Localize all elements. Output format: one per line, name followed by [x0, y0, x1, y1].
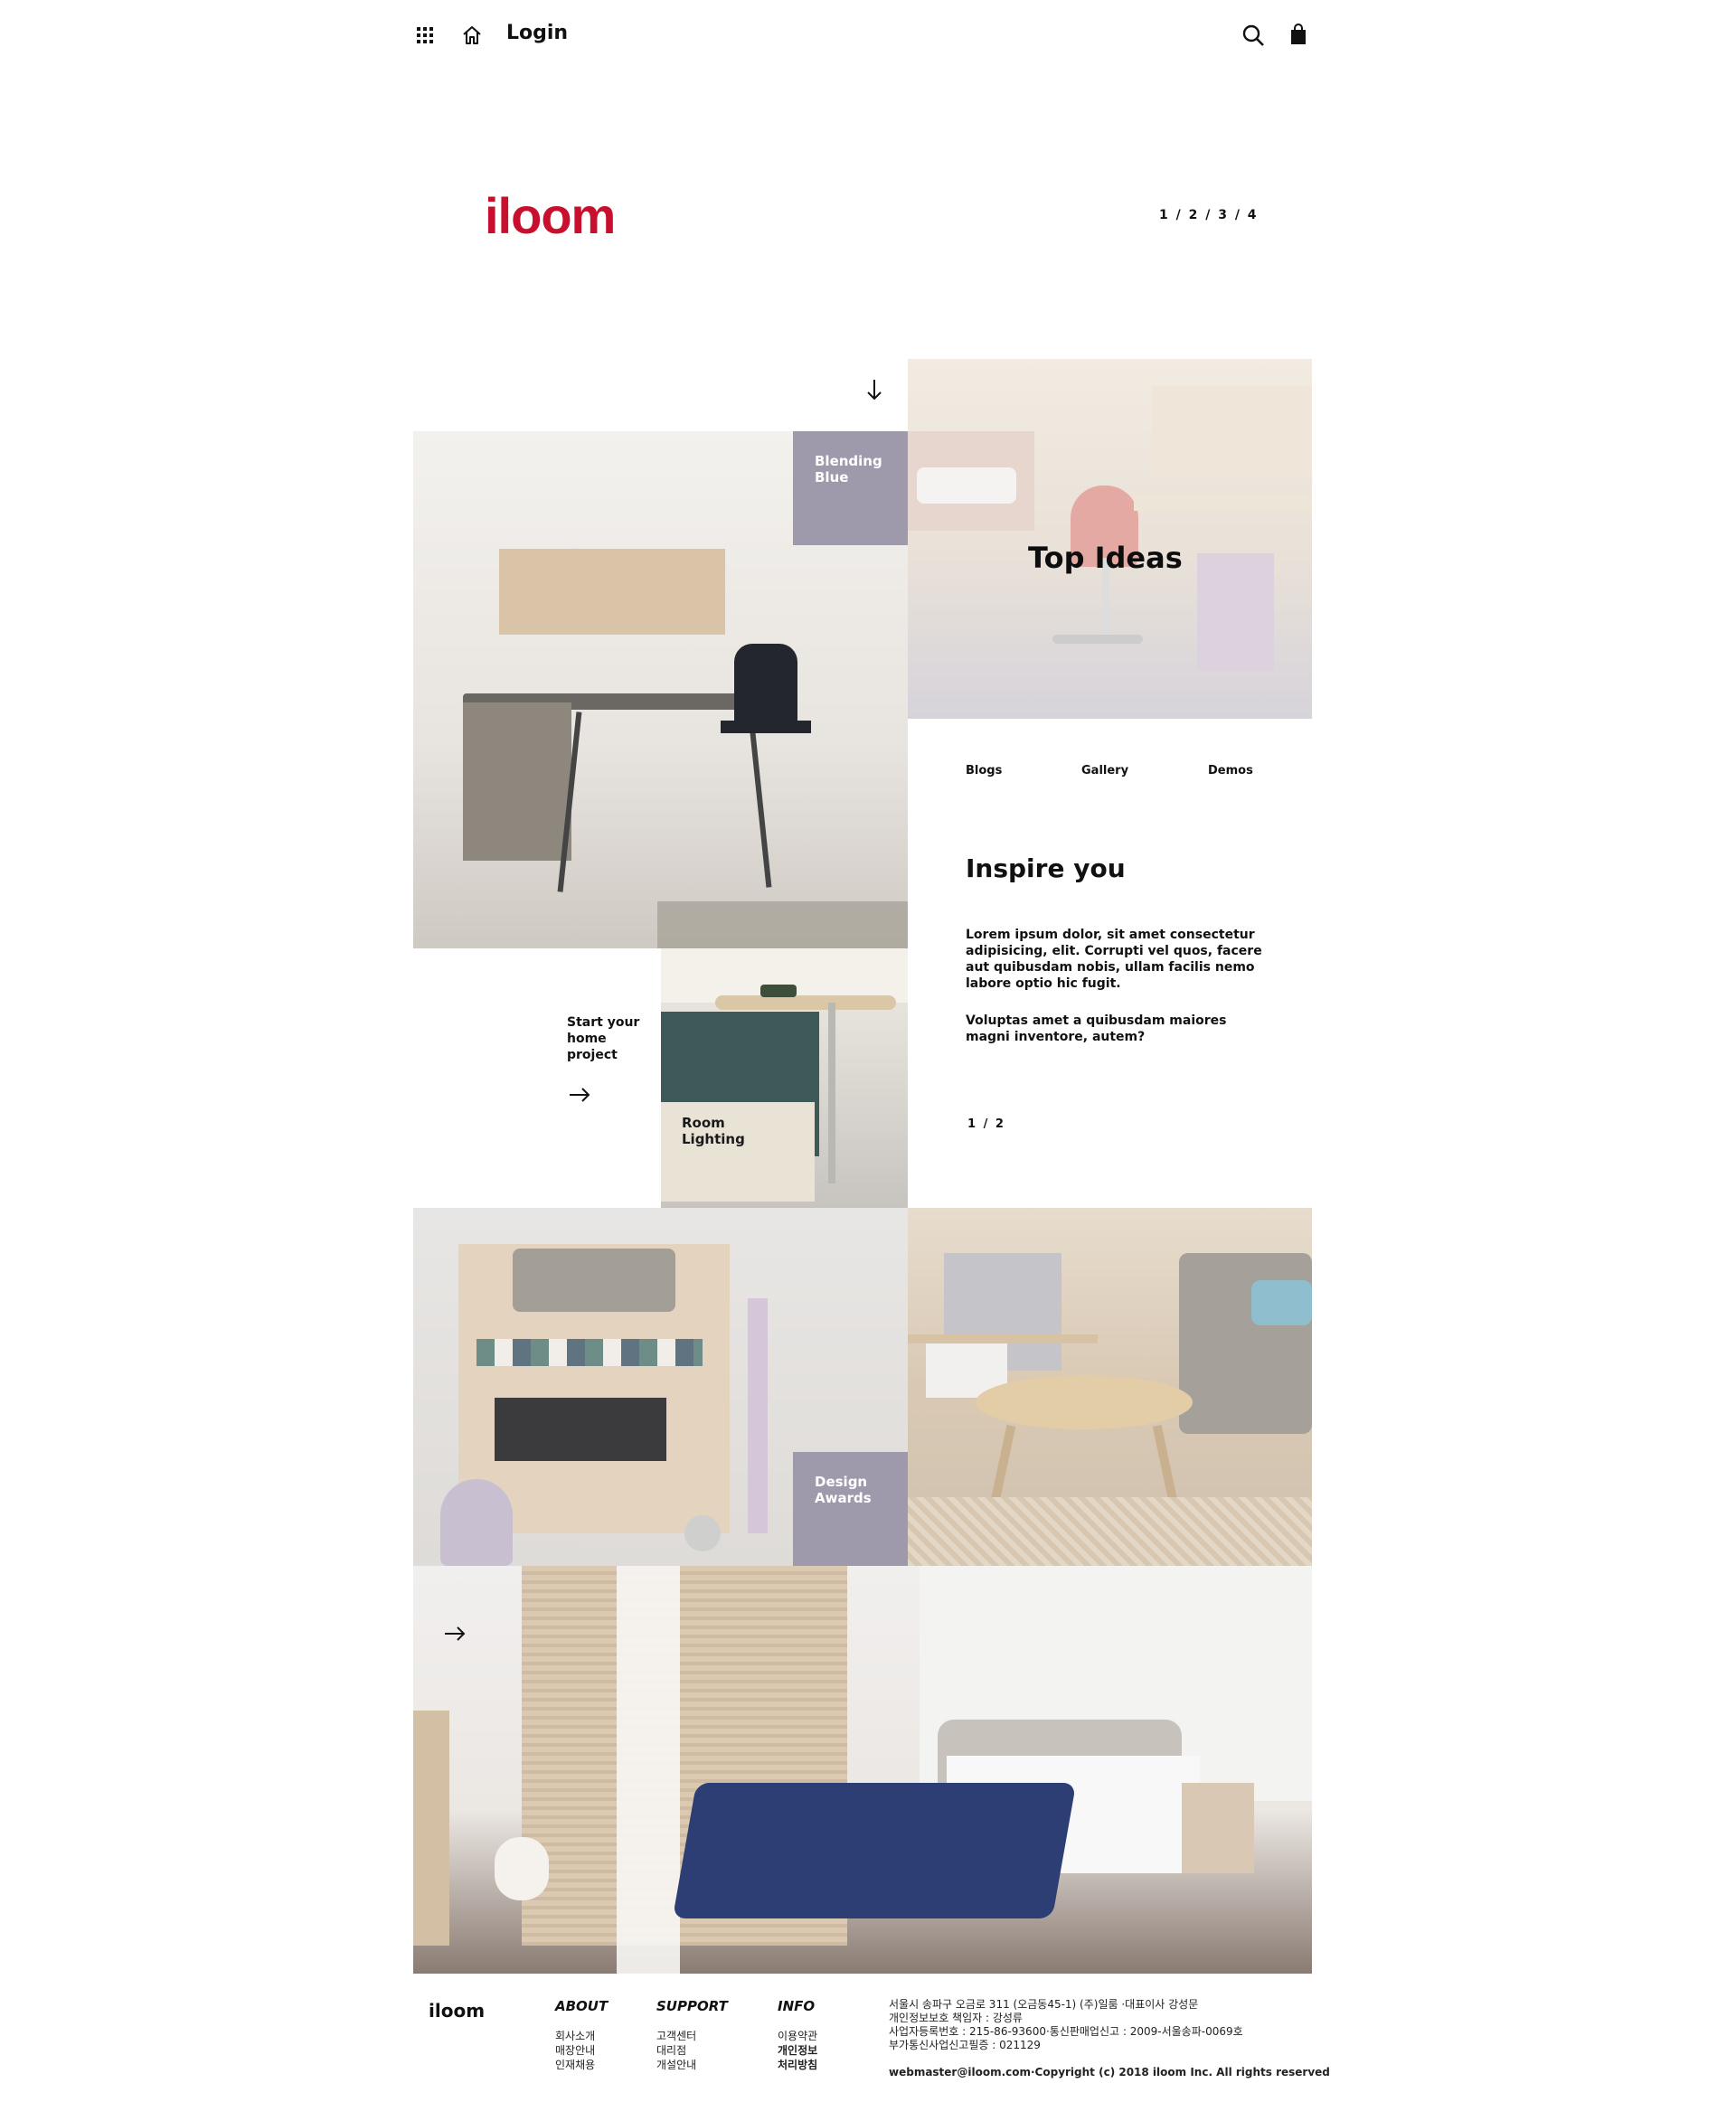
- arrow-right-icon-2[interactable]: [441, 1622, 468, 1645]
- inspire-paragraph-2: Voluptas amet a quibusdam maiores magni …: [966, 1013, 1227, 1044]
- nav-gallery[interactable]: Gallery: [1081, 764, 1128, 778]
- footer-about-link-1[interactable]: 회사소개: [555, 2030, 595, 2043]
- bedroom-photo[interactable]: [413, 1566, 1312, 1974]
- nav-demos[interactable]: Demos: [1208, 764, 1253, 778]
- blending-blue-card[interactable]: Blending Blue: [793, 431, 908, 545]
- footer-about-link-2[interactable]: 매장안내: [555, 2044, 595, 2058]
- footer-info-link-1[interactable]: 이용약관: [778, 2030, 817, 2043]
- footer-logo[interactable]: iloom: [429, 2000, 485, 2022]
- footer-support-link-3[interactable]: 개설안내: [656, 2059, 696, 2072]
- inspire-paragraph-1: Lorem ipsum dolor, sit amet consectetur …: [966, 928, 1262, 991]
- design-awards-card[interactable]: Design Awards: [793, 1452, 908, 1566]
- footer-address-line-4: 부가통신사업신고필증 : 021129: [889, 2039, 1041, 2051]
- footer-info-heading: INFO: [778, 1998, 816, 2014]
- living-room-photo[interactable]: [908, 1208, 1312, 1566]
- inspire-title: Inspire you: [966, 853, 1126, 883]
- login-link[interactable]: Login: [506, 22, 568, 44]
- brand-logo[interactable]: iloom: [485, 186, 616, 245]
- footer-support-heading: SUPPORT: [656, 1998, 728, 2014]
- footer-copyright: webmaster@iloom.com·Copyright (c) 2018 i…: [889, 2066, 1330, 2078]
- footer-address-line-1: 서울시 송파구 오금로 311 (오금동45-1) (주)일룸 ·대표이사 강성…: [889, 1998, 1199, 2011]
- grid-menu-icon[interactable]: [414, 24, 436, 46]
- slide-pager[interactable]: 1 / 2 / 3 / 4: [1159, 208, 1259, 222]
- bedroom-lamp-photo[interactable]: [661, 948, 908, 1208]
- search-icon[interactable]: [1241, 23, 1266, 48]
- shopping-bag-icon[interactable]: [1288, 22, 1309, 47]
- room-lighting-label: Room Lighting: [682, 1115, 745, 1147]
- footer-info-link-3[interactable]: 처리방침: [778, 2059, 817, 2072]
- kids-desk-photo[interactable]: [908, 359, 1312, 719]
- design-awards-label: Design Awards: [815, 1474, 872, 1506]
- arrow-down-icon[interactable]: [861, 376, 888, 403]
- footer-info-link-2[interactable]: 개인정보: [778, 2044, 817, 2058]
- footer-address-line-2: 개인정보보호 책임자 : 강성류: [889, 2012, 1023, 2024]
- footer-support-link-1[interactable]: 고객센터: [656, 2030, 696, 2043]
- inspire-pager[interactable]: 1 / 2: [967, 1117, 1005, 1132]
- footer-about-link-3[interactable]: 인재채용: [555, 2059, 595, 2072]
- start-project-label: Start your home project: [567, 1015, 640, 1062]
- home-icon[interactable]: [459, 23, 485, 48]
- footer-about-heading: ABOUT: [555, 1998, 609, 2014]
- footer-support-link-2[interactable]: 대리점: [656, 2044, 686, 2058]
- nav-blogs[interactable]: Blogs: [966, 764, 1002, 778]
- arrow-right-icon[interactable]: [566, 1083, 593, 1107]
- footer-address-line-3: 사업자등록번호 : 215-86-93600·통신판매업신고 : 2009-서울…: [889, 2025, 1243, 2038]
- top-ideas-title[interactable]: Top Ideas: [1028, 541, 1183, 575]
- blending-blue-label: Blending Blue: [815, 453, 882, 485]
